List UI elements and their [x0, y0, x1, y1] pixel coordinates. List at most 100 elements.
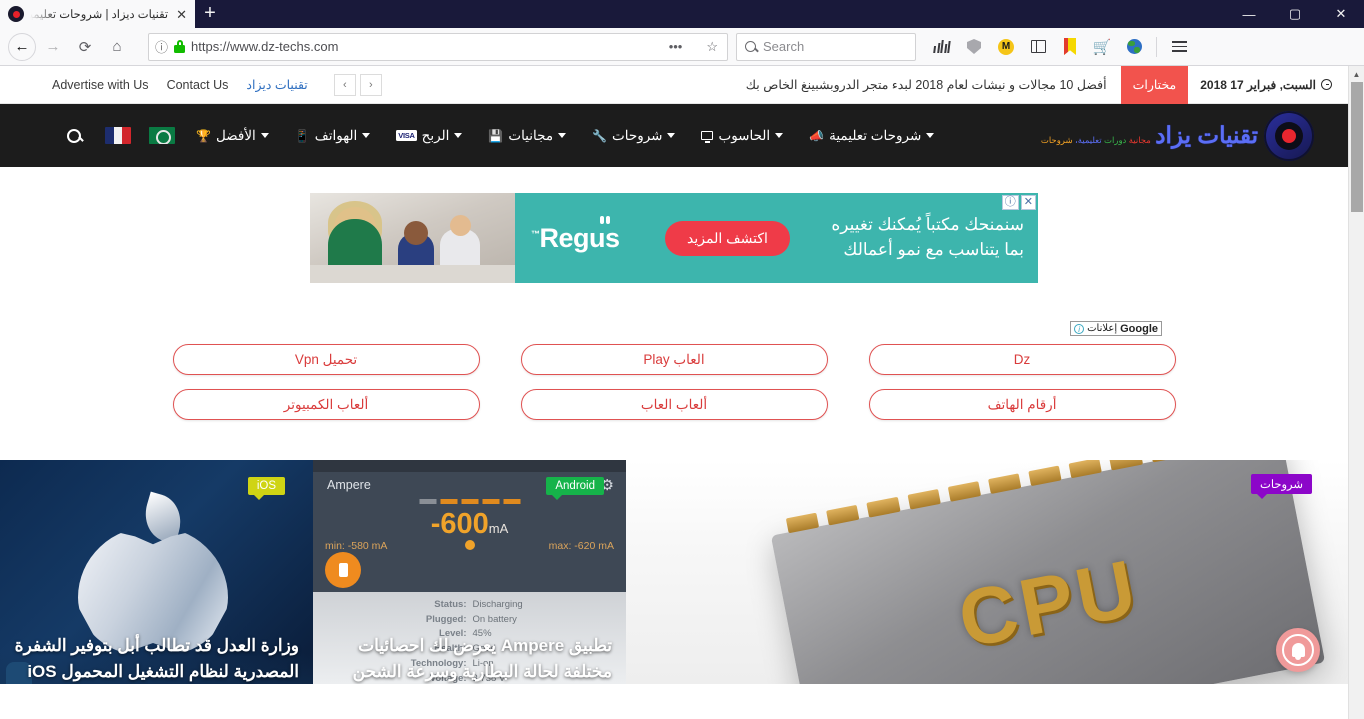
tab-close-icon[interactable]: ✕ — [174, 8, 189, 21]
nav-item-tutorials[interactable]: شروحات 🔧 — [580, 128, 689, 144]
link-button-play[interactable]: العاب Play — [520, 344, 828, 375]
flag-france-icon[interactable] — [105, 127, 131, 144]
search-input[interactable]: Search — [736, 32, 916, 61]
page-scrollbar[interactable]: ▲ — [1348, 66, 1364, 719]
nav-items: الأفضل 🏆 الهواتف 📱 الربح VISA مجانيات 💾 … — [52, 127, 948, 144]
nav-item-label: مجانيات — [508, 127, 554, 143]
ad-photo-image — [310, 193, 515, 283]
nav-search-icon[interactable] — [52, 128, 96, 143]
bookmark-star-icon[interactable]: ☆ — [703, 39, 721, 55]
adsense-text: إعلانات — [1087, 323, 1118, 334]
site-navigation: الأفضل 🏆 الهواتف 📱 الربح VISA مجانيات 💾 … — [0, 104, 1348, 167]
apple-logo-image — [78, 491, 228, 656]
nav-item-label: الهواتف — [314, 127, 358, 143]
trophy-icon: 🏆 — [196, 128, 211, 143]
link-contact-us[interactable]: Contact Us — [167, 78, 229, 92]
site-logo[interactable]: تقنيات يزاد مجانية دورات تعليمية، شروحات — [1041, 110, 1348, 161]
new-tab-button[interactable]: + — [195, 0, 225, 28]
nav-item-freebies[interactable]: مجانيات 💾 — [476, 128, 580, 144]
tab-title: تقنيات ديزاد | شروحات تعليمية ودو — [30, 9, 169, 21]
logo-subtitle: مجانية دورات تعليمية، شروحات — [1041, 135, 1151, 145]
hamburger-menu-icon[interactable] — [1165, 33, 1193, 61]
search-placeholder: Search — [763, 39, 805, 54]
scrollbar-thumb[interactable] — [1351, 82, 1363, 212]
ticker-prev-button[interactable]: ‹ — [333, 73, 356, 96]
status-badge[interactable]: Android — [546, 477, 604, 500]
adsense-brand: Google — [1120, 322, 1158, 335]
site-topbar: Advertise with Us Contact Us تقنيات ديزا… — [0, 66, 1348, 110]
ampere-min: min: -580 mA — [325, 540, 388, 552]
wrench-icon: 🔧 — [592, 128, 608, 143]
nav-item-alafdal[interactable]: الأفضل 🏆 — [184, 128, 283, 144]
ticker-next-button[interactable]: › — [359, 73, 382, 96]
ampere-app-name: Ampere — [327, 478, 371, 492]
globe-icon[interactable] — [1120, 33, 1148, 61]
url-bar[interactable]: ⓘ https://www.dz-techs.com ••• ☆ — [148, 32, 728, 61]
link-button-dz[interactable]: Dz — [868, 344, 1176, 375]
window-close-button[interactable]: ✕ — [1318, 0, 1364, 28]
status-badge[interactable]: iOS — [247, 477, 285, 500]
shield-icon[interactable] — [960, 33, 988, 61]
chevron-down-icon — [775, 133, 784, 138]
phone-statusbar — [313, 460, 626, 472]
article-title[interactable]: وزارة العدل قد تطالب أبل بتوفير الشفرة ا… — [14, 633, 299, 684]
scroll-up-button[interactable]: ▲ — [1349, 66, 1364, 82]
library-icon[interactable] — [928, 33, 956, 61]
nav-item-earning[interactable]: الربح VISA — [384, 128, 476, 144]
nav-item-label: الأفضل — [215, 127, 256, 143]
cpu-pins — [785, 460, 1264, 534]
link-button-pc-games[interactable]: ألعاب الكمبيوتر — [172, 389, 480, 420]
link-dz-techs[interactable]: تقنيات ديزاد — [246, 77, 307, 92]
page-actions-icon[interactable]: ••• — [666, 39, 686, 54]
ticker-headline[interactable]: أفضل 10 مجالات و نيشات لعام 2018 لبدء مت… — [732, 77, 1121, 92]
ad-body: سنمنحك مكتباً يُمكنك تغييره بما يتناسب م… — [515, 193, 1038, 283]
article-card[interactable]: Ampere ⚙ -600mA min: -580 mA max: -620 m… — [313, 460, 626, 684]
nav-item-educational[interactable]: شروحات تعليمية 📣 — [797, 128, 948, 144]
ticker-category-tag[interactable]: مختارات — [1120, 66, 1189, 110]
site-info-icon[interactable]: ⓘ — [155, 37, 168, 56]
status-badge[interactable]: شروحات — [1251, 474, 1312, 499]
monetization-icon[interactable]: M — [992, 33, 1020, 61]
back-button[interactable]: ← — [8, 32, 36, 61]
flag-algeria-icon[interactable] — [149, 127, 175, 144]
ad-brand-logo: Regus™ — [531, 215, 624, 254]
ad-close-controls[interactable]: ⓘ ✕ — [1001, 195, 1036, 210]
sidebar-icon[interactable] — [1024, 33, 1052, 61]
ad-banner[interactable]: سنمنحك مكتباً يُمكنك تغييره بما يتناسب م… — [310, 193, 1038, 283]
link-button-games[interactable]: ألعاب العاب — [520, 389, 828, 420]
shopping-cart-icon[interactable]: 🛒 — [1088, 33, 1116, 61]
ad-headline: سنمنحك مكتباً يُمكنك تغييره بما يتناسب م… — [831, 213, 1024, 262]
monitor-icon — [701, 131, 714, 143]
forward-button[interactable]: → — [38, 32, 68, 62]
ampere-unit: mA — [488, 521, 509, 536]
nav-item-label: الحاسوب — [718, 127, 771, 143]
home-button[interactable]: ⌂ — [102, 32, 132, 62]
ad-headline-line2: بما يتناسب مع نمو أعمالك — [843, 240, 1024, 259]
phone-icon: 📱 — [294, 128, 310, 143]
reload-button[interactable]: ⟳ — [70, 32, 100, 62]
link-advertise-with-us[interactable]: Advertise with Us — [52, 78, 149, 92]
window-minimize-button[interactable]: — — [1226, 0, 1272, 28]
ad-close-icon[interactable]: ✕ — [1020, 195, 1036, 210]
adsense-badge[interactable]: i إعلانات Google — [1070, 321, 1162, 336]
logo-sub-part: مجانية — [1128, 135, 1151, 145]
adsense-info-icon[interactable]: i — [1074, 323, 1085, 334]
cpu-label: CPU — [951, 542, 1147, 664]
ad-cta-button[interactable]: اكتشف المزيد — [665, 220, 790, 256]
window-maximize-button[interactable]: ▢ — [1272, 0, 1318, 28]
ad-info-icon[interactable]: ⓘ — [1001, 195, 1019, 210]
link-button-phone-numbers[interactable]: أرقام الهاتف — [868, 389, 1176, 420]
notification-bell-icon[interactable] — [1276, 628, 1320, 672]
article-card[interactable]: iOS وزارة العدل قد تطالب أبل بتوفير الشف… — [0, 460, 313, 684]
toolbar-icons: M 🛒 — [928, 33, 1193, 61]
article-card[interactable]: CPU شروحات — [626, 460, 1348, 684]
web-page: Advertise with Us Contact Us تقنيات ديزا… — [0, 66, 1348, 684]
browser-tab[interactable]: تقنيات ديزاد | شروحات تعليمية ودو ✕ — [0, 0, 195, 28]
nav-item-phones[interactable]: الهواتف 📱 — [283, 128, 385, 144]
bookmark-flag-icon[interactable] — [1056, 33, 1084, 61]
link-button-vpn[interactable]: تحميل Vpn — [172, 344, 480, 375]
nav-item-label: الربح — [421, 127, 450, 143]
article-title[interactable]: تطبيق Ampere يعرض لك احصائيات مختلفة لحا… — [327, 633, 612, 684]
cpu-chip-image: CPU — [626, 460, 1348, 684]
nav-item-computer[interactable]: الحاسوب — [689, 128, 797, 144]
